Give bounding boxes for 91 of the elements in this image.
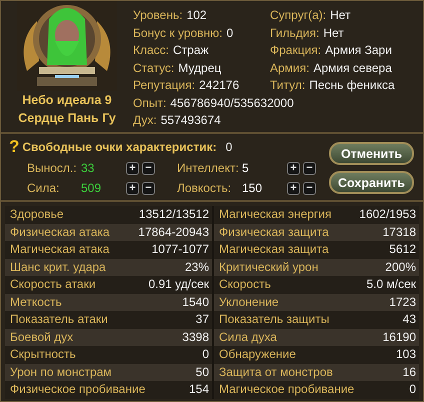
info-value: 242176 xyxy=(199,78,240,92)
stat-value: 5612 xyxy=(389,241,416,258)
character-name: Небо идеала 9 xyxy=(22,92,112,109)
stat-value: 0 xyxy=(202,346,209,363)
stat-label: Показатель защиты xyxy=(219,311,330,328)
plus-button[interactable]: + xyxy=(287,162,300,174)
stat-label: Магическая защита xyxy=(219,241,329,258)
info-value: Мудрец xyxy=(178,60,222,74)
stat-value: 17318 xyxy=(382,224,416,240)
stat-value: 5.0 м/сек xyxy=(366,276,416,293)
attribute-label: Выносл.: xyxy=(27,161,78,175)
stat-label: Критический урон xyxy=(219,258,318,276)
info-value: 0 xyxy=(226,26,234,40)
stat-label: Магическая энергия xyxy=(219,206,332,223)
stat-label: Меткость xyxy=(10,294,62,310)
stat-value: 154 xyxy=(188,381,209,398)
save-button[interactable]: Сохранить xyxy=(329,171,414,194)
info-label: Дух: xyxy=(133,113,157,127)
minus-button[interactable]: − xyxy=(303,162,316,174)
stat-value: 1602/1953 xyxy=(359,206,416,223)
info-value: Армия Зари xyxy=(325,43,392,57)
attribute-value: 5 xyxy=(242,161,250,175)
stat-value: 17864-20943 xyxy=(138,224,209,240)
stat-label: Магическое пробивание xyxy=(219,381,354,398)
attribute-label: Ловкость: xyxy=(177,181,232,195)
stat-label: Урон по монстрам xyxy=(10,364,112,380)
stat-label: Обнаружение xyxy=(219,346,296,363)
stat-label: Шанс крит. удара xyxy=(10,258,106,276)
stat-label: Сила духа xyxy=(219,328,277,346)
attribute-label: Интеллект: xyxy=(177,161,240,175)
info-value: Песнь феникса xyxy=(309,78,395,92)
stat-label: Уклонение xyxy=(219,294,279,310)
stat-label: Скорость xyxy=(219,276,271,293)
attribute-value: 509 xyxy=(81,181,102,195)
stat-label: Здоровье xyxy=(10,206,64,223)
info-label: Бонус к уровню: xyxy=(133,26,223,40)
plus-button[interactable]: + xyxy=(287,182,300,194)
info-label: Титул: xyxy=(270,78,306,92)
info-label: Гильдия: xyxy=(270,26,320,40)
help-icon[interactable]: ? xyxy=(9,138,20,156)
stat-label: Боевой дух xyxy=(10,328,74,346)
info-label: Фракция: xyxy=(270,43,322,57)
info-label: Класс: xyxy=(133,43,169,57)
minus-button[interactable]: − xyxy=(142,162,155,174)
minus-button[interactable]: − xyxy=(303,182,316,194)
stat-label: Физическая атака xyxy=(10,224,110,240)
stat-value: 200% xyxy=(385,258,416,276)
info-label: Армия: xyxy=(270,60,310,74)
info-label: Уровень: xyxy=(133,8,183,22)
stat-value: 1077-1077 xyxy=(152,241,209,258)
attribute-value: 33 xyxy=(81,161,96,175)
info-value: 456786940/535632000 xyxy=(170,96,294,110)
cancel-button[interactable]: Отменить xyxy=(329,142,414,165)
stat-value: 103 xyxy=(396,346,416,363)
stat-value: 0 xyxy=(409,381,416,398)
stat-label: Показатель атаки xyxy=(10,311,108,328)
stat-label: Скрытность xyxy=(10,346,76,363)
info-label: Статус: xyxy=(133,60,174,74)
stat-label: Защита от монстров xyxy=(219,364,333,380)
stat-value: 13512/13512 xyxy=(138,206,209,223)
stat-value: 1723 xyxy=(389,294,416,310)
stat-label: Физическое пробивание xyxy=(10,381,146,398)
info-value: 557493674 xyxy=(160,113,221,127)
stat-value: 43 xyxy=(402,311,416,328)
stat-value: 50 xyxy=(196,364,209,380)
stat-value: 3398 xyxy=(182,328,209,346)
stat-value: 23% xyxy=(184,258,209,276)
info-value: Армия севера xyxy=(313,60,392,74)
info-label: Супруг(а): xyxy=(270,8,326,22)
stat-value: 37 xyxy=(196,311,209,328)
info-value: Страж xyxy=(173,43,209,57)
info-value: Нет xyxy=(330,8,351,22)
info-value: Нет xyxy=(323,26,344,40)
attribute-value: 150 xyxy=(242,181,264,195)
plus-button[interactable]: + xyxy=(126,162,139,174)
stat-label: Магическая атака xyxy=(10,241,110,258)
plus-button[interactable]: + xyxy=(126,182,139,194)
stat-value: 1540 xyxy=(182,294,209,310)
minus-button[interactable]: − xyxy=(142,182,155,194)
points-label: Свободные очки характеристик: xyxy=(22,140,217,154)
stat-value: 16190 xyxy=(382,328,416,346)
stat-label: Физическая защита xyxy=(219,224,329,240)
stat-value: 0.91 уд/сек xyxy=(148,276,209,293)
points-value: 0 xyxy=(226,140,232,154)
attribute-label: Сила: xyxy=(27,181,60,195)
character-name: Сердце Пань Гу xyxy=(18,110,116,127)
info-label: Репутация: xyxy=(133,78,196,92)
stat-value: 16 xyxy=(402,364,416,380)
info-label: Опыт: xyxy=(133,96,166,110)
info-value: 102 xyxy=(186,8,207,22)
stat-label: Скорость атаки xyxy=(10,276,96,293)
